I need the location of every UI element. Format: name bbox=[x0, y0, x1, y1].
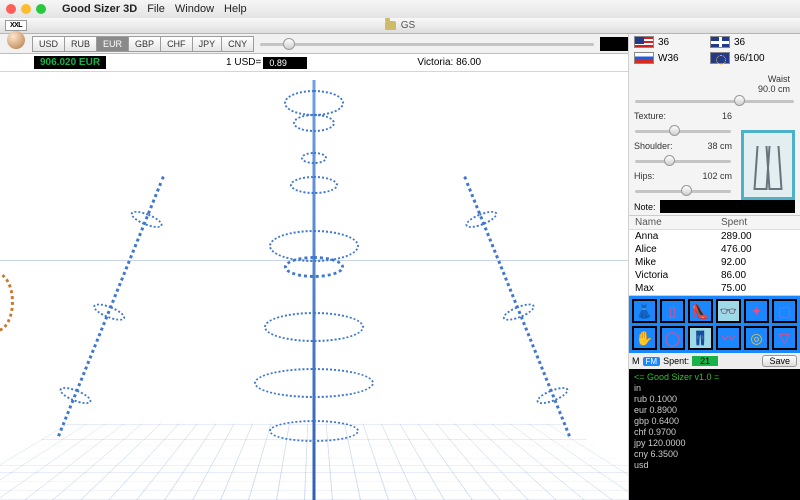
size-rus: W36 bbox=[658, 53, 706, 64]
console-line: in bbox=[634, 383, 795, 394]
waist-label: Waist bbox=[639, 74, 790, 84]
currency-cny[interactable]: CNY bbox=[221, 36, 254, 52]
console-output[interactable]: <= Good Sizer v1.0 = in rub 0.1000 eur 0… bbox=[629, 369, 800, 500]
item-hat[interactable]: ◯ bbox=[660, 326, 685, 350]
close-icon[interactable] bbox=[6, 4, 16, 14]
size-eu: 96/100 bbox=[734, 53, 782, 64]
people-table[interactable]: Name Spent Anna289.00 Alice476.00 Mike92… bbox=[629, 215, 800, 296]
note-label: Note: bbox=[634, 202, 656, 212]
hips-slider[interactable] bbox=[635, 184, 731, 198]
currency-jpy[interactable]: JPY bbox=[192, 36, 222, 52]
mannequin-head-icon bbox=[7, 31, 25, 49]
table-row[interactable]: Alice476.00 bbox=[629, 243, 800, 256]
window-titlebar: GS bbox=[0, 18, 800, 34]
rate-label: 1 USD= bbox=[226, 57, 261, 68]
shoulder-label: Shoulder: bbox=[634, 141, 704, 151]
pants-icon bbox=[752, 140, 784, 190]
item-glasses[interactable]: 👓 bbox=[716, 299, 741, 323]
app-badge: XXL bbox=[2, 20, 30, 54]
table-row[interactable]: Max75.00 bbox=[629, 282, 800, 295]
right-panel: 36 36 W36 96/100 Waist 90.0 cm Texture: … bbox=[628, 34, 800, 500]
console-line: chf 0.9700 bbox=[634, 427, 795, 438]
menu-window[interactable]: Window bbox=[175, 3, 214, 15]
zoom-icon[interactable] bbox=[36, 4, 46, 14]
fm-bar: M FM Spent: 21 Save bbox=[629, 353, 800, 369]
currency-rub[interactable]: RUB bbox=[64, 36, 96, 52]
waist-slider[interactable] bbox=[635, 94, 794, 108]
item-bra[interactable]: ✦ bbox=[744, 299, 769, 323]
console-line: gbp 0.6400 bbox=[634, 416, 795, 427]
viewport-label: Victoria: 86.00 bbox=[417, 57, 481, 68]
hips-label: Hips: bbox=[634, 171, 699, 181]
spent-label: Spent: bbox=[663, 356, 689, 366]
item-tank[interactable]: ▯ bbox=[660, 299, 685, 323]
size-row-usa: 36 36 bbox=[629, 34, 800, 50]
currency-chf[interactable]: CHF bbox=[160, 36, 192, 52]
waist-value: 90.0 cm bbox=[639, 84, 790, 94]
xxl-tag-icon: XXL bbox=[5, 20, 27, 31]
texture-label: Texture: bbox=[634, 111, 719, 121]
console-line: eur 0.8900 bbox=[634, 405, 795, 416]
item-dress[interactable]: 👗 bbox=[632, 299, 657, 323]
app-name[interactable]: Good Sizer 3D bbox=[62, 3, 137, 15]
col-name: Name bbox=[629, 216, 715, 229]
m-label[interactable]: M bbox=[632, 356, 640, 366]
item-ring[interactable]: ◎ bbox=[744, 326, 769, 350]
size-row-rus: W36 96/100 bbox=[629, 50, 800, 66]
garment-preview[interactable] bbox=[741, 130, 795, 200]
menu-file[interactable]: File bbox=[147, 3, 165, 15]
wireframe-mannequin[interactable] bbox=[124, 80, 504, 500]
item-heel[interactable]: 👠 bbox=[688, 299, 713, 323]
console-line: jpy 120.0000 bbox=[634, 438, 795, 449]
minimize-icon[interactable] bbox=[21, 4, 31, 14]
shoulder-value: 38 cm bbox=[707, 141, 732, 151]
table-row[interactable]: Mike92.00 bbox=[629, 256, 800, 269]
item-glove[interactable]: ✋ bbox=[632, 326, 657, 350]
garment-grid[interactable]: 👗 ▯ 👠 👓 ✦ ▢ ✋ ◯ 👖 〰 ◎ ▽ bbox=[629, 296, 800, 353]
table-row[interactable]: Victoria86.00 bbox=[629, 269, 800, 282]
hips-value: 102 cm bbox=[702, 171, 732, 181]
shoulder-slider[interactable] bbox=[635, 154, 731, 168]
rate-value[interactable]: 0.89 bbox=[263, 57, 307, 69]
flag-rus-icon bbox=[634, 52, 654, 64]
currency-eur[interactable]: EUR bbox=[96, 36, 128, 52]
col-spent: Spent bbox=[715, 216, 753, 229]
currency-gbp[interactable]: GBP bbox=[128, 36, 160, 52]
currency-selector[interactable]: USD RUB EUR GBP CHF JPY CNY bbox=[32, 36, 254, 52]
note-input[interactable] bbox=[660, 200, 795, 213]
flag-uk-icon bbox=[710, 36, 730, 48]
table-header: Name Spent bbox=[629, 216, 800, 230]
window-title: GS bbox=[401, 20, 415, 31]
flag-eu-icon bbox=[710, 52, 730, 64]
flag-usa-icon bbox=[634, 36, 654, 48]
console-line: cny 6.3500 bbox=[634, 449, 795, 460]
side-disc-icon bbox=[0, 272, 14, 332]
menu-help[interactable]: Help bbox=[224, 3, 247, 15]
folder-icon bbox=[385, 21, 396, 30]
item-panties[interactable]: ▽ bbox=[772, 326, 797, 350]
waist-label-block: Waist 90.0 cm bbox=[629, 66, 800, 94]
texture-slider[interactable] bbox=[635, 124, 731, 138]
currency-usd[interactable]: USD bbox=[32, 36, 64, 52]
table-row[interactable]: Anna289.00 bbox=[629, 230, 800, 243]
spent-value[interactable]: 21 bbox=[692, 356, 718, 366]
texture-value: 16 bbox=[722, 111, 732, 121]
fm-chip[interactable]: FM bbox=[643, 357, 661, 366]
save-button[interactable]: Save bbox=[762, 355, 797, 367]
top-slider[interactable] bbox=[260, 37, 594, 51]
item-socks[interactable]: 〰 bbox=[716, 326, 741, 350]
3d-viewport[interactable] bbox=[0, 72, 628, 500]
size-uk: 36 bbox=[734, 37, 782, 48]
balance-display: 906.020 EUR bbox=[34, 56, 106, 69]
exchange-rate: 1 USD= 0.89 bbox=[226, 57, 307, 69]
console-header: <= Good Sizer v1.0 = bbox=[634, 372, 795, 383]
window-controls[interactable] bbox=[6, 4, 46, 14]
item-pants[interactable]: 👖 bbox=[688, 326, 713, 350]
console-line: rub 0.1000 bbox=[634, 394, 795, 405]
item-top[interactable]: ▢ bbox=[772, 299, 797, 323]
size-usa: 36 bbox=[658, 37, 706, 48]
console-line: usd bbox=[634, 460, 795, 471]
mac-menubar: Good Sizer 3D File Window Help bbox=[0, 0, 800, 18]
